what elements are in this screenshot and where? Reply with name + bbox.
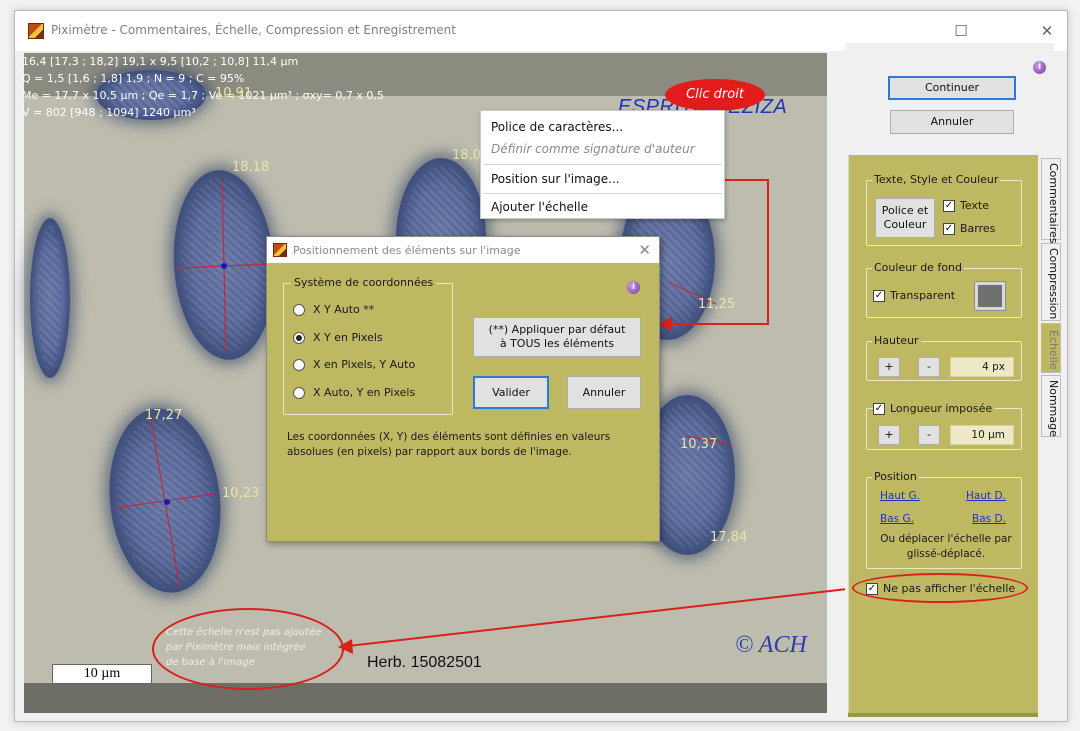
checkbox-box[interactable]: ✓ bbox=[873, 402, 885, 415]
dialog-title-bar: Positionnement des éléments sur l'image … bbox=[267, 237, 659, 263]
dialog-cancel-button[interactable]: Annuler bbox=[567, 376, 641, 409]
position-hint: Ou déplacer l'échelle par glissé-déplacé… bbox=[880, 533, 1012, 560]
measure-label: 17,27 bbox=[145, 408, 183, 423]
measure-label: 18,0 bbox=[452, 148, 481, 163]
text-style-label: Texte, Style et Couleur bbox=[872, 173, 1001, 186]
tab-scale[interactable]: Échelle bbox=[1041, 323, 1061, 373]
checkbox-box[interactable]: ✓ bbox=[943, 222, 955, 235]
scale-note-highlight bbox=[152, 608, 344, 690]
menu-item-add-scale[interactable]: Ajouter l'échelle bbox=[491, 197, 588, 217]
dialog-app-icon bbox=[273, 243, 287, 257]
height-label: Hauteur bbox=[872, 334, 921, 347]
radio-circle[interactable] bbox=[293, 358, 305, 371]
position-label: Position bbox=[872, 470, 919, 483]
dialog-close-button[interactable]: ✕ bbox=[638, 241, 651, 259]
position-bottom-left-link[interactable]: Bas G. bbox=[880, 513, 914, 525]
background-color-label: Couleur de fond bbox=[872, 261, 964, 274]
menu-item-font[interactable]: Police de caractères... bbox=[491, 117, 623, 137]
apply-all-button[interactable]: (**) Appliquer par défaut à TOUS les élé… bbox=[473, 317, 641, 357]
stats-line: Q = 1,5 [1,6 ; 1,8] 1,9 ; N = 9 ; C = 95… bbox=[22, 72, 245, 85]
validate-button[interactable]: Valider bbox=[473, 376, 549, 409]
imposed-length-checkbox[interactable]: ✓ Longueur imposée bbox=[873, 402, 996, 415]
right-click-callout: Clic droit bbox=[665, 79, 765, 111]
dialog-description: Les coordonnées (X, Y) des éléments sont… bbox=[287, 431, 611, 458]
measure-label: 10,91 bbox=[215, 86, 253, 101]
dialog-title: Positionnement des éléments sur l'image bbox=[293, 244, 521, 257]
radio-label: X Y en Pixels bbox=[313, 331, 383, 344]
embedded-scale-bar: 10 µm bbox=[52, 664, 152, 684]
right-cancel-button[interactable]: Annuler bbox=[890, 110, 1014, 134]
position-top-left-link[interactable]: Haut G. bbox=[880, 490, 920, 502]
radio-label: X en Pixels, Y Auto bbox=[313, 358, 416, 371]
context-menu: Police de caractères... Définir comme si… bbox=[480, 110, 725, 219]
radio-circle[interactable] bbox=[293, 303, 305, 316]
measure-label: 10,23 bbox=[222, 486, 260, 501]
radio-label: X Y Auto ** bbox=[313, 303, 375, 316]
height-minus-button[interactable]: - bbox=[918, 357, 940, 377]
checkbox-label: Barres bbox=[960, 222, 996, 235]
radio-circle[interactable] bbox=[293, 386, 305, 399]
coordinate-system-label: Système de coordonnées bbox=[291, 276, 437, 289]
measure-label: 17,84 bbox=[710, 530, 748, 545]
font-color-button[interactable]: Police et Couleur bbox=[875, 198, 935, 238]
checkbox-label: Longueur imposée bbox=[890, 402, 993, 415]
radio-label: X Auto, Y en Pixels bbox=[313, 386, 416, 399]
stats-overlay: 16,4 [17,3 ; 18,2] 19,1 x 9,5 [10,2 ; 10… bbox=[22, 53, 384, 121]
menu-separator bbox=[483, 193, 722, 194]
length-plus-button[interactable]: + bbox=[878, 425, 900, 445]
panel-scrollbar[interactable] bbox=[848, 713, 1038, 717]
checkbox-label: Texte bbox=[960, 199, 990, 212]
measure-label: 11,25 bbox=[698, 297, 736, 312]
menu-item-position[interactable]: Position sur l'image... bbox=[491, 169, 620, 189]
length-minus-button[interactable]: - bbox=[918, 425, 940, 445]
height-plus-button[interactable]: + bbox=[878, 357, 900, 377]
checkbox-box[interactable]: ✓ bbox=[943, 199, 955, 212]
tab-naming[interactable]: Nommage bbox=[1041, 375, 1061, 437]
radio-xy-auto[interactable]: X Y Auto ** bbox=[293, 303, 374, 316]
menu-item-author-signature[interactable]: Définir comme signature d'auteur bbox=[491, 139, 695, 159]
transparent-checkbox[interactable]: ✓ Transparent bbox=[873, 289, 955, 302]
measure-label: 10,37 bbox=[680, 437, 718, 452]
herbarium-label[interactable]: Herb. 15082501 bbox=[367, 654, 482, 672]
tab-comments[interactable]: Commentaires bbox=[1041, 158, 1061, 243]
height-value[interactable]: 4 px bbox=[950, 357, 1014, 377]
background-color-swatch[interactable] bbox=[974, 281, 1006, 311]
radio-x-pixels-y-auto[interactable]: X en Pixels, Y Auto bbox=[293, 358, 415, 371]
stats-line: 16,4 [17,3 ; 18,2] 19,1 x 9,5 [10,2 ; 10… bbox=[22, 55, 299, 68]
copyright-text[interactable]: © ACH bbox=[735, 632, 807, 659]
help-info-icon[interactable]: i bbox=[1033, 61, 1046, 74]
positioning-dialog: Positionnement des éléments sur l'image … bbox=[266, 236, 660, 542]
radio-xy-pixels[interactable]: X Y en Pixels bbox=[293, 331, 383, 344]
length-value[interactable]: 10 µm bbox=[950, 425, 1014, 445]
hide-scale-highlight bbox=[852, 573, 1028, 603]
checkbox-label: Transparent bbox=[890, 289, 956, 302]
stats-line: Me = 17,7 x 10,5 µm ; Qe = 1,7 ; Ve = 10… bbox=[22, 89, 384, 102]
radio-x-auto-y-pixels[interactable]: X Auto, Y en Pixels bbox=[293, 386, 415, 399]
menu-separator bbox=[483, 164, 722, 165]
continue-button[interactable]: Continuer bbox=[888, 76, 1016, 100]
radio-circle[interactable] bbox=[293, 331, 305, 344]
position-top-right-link[interactable]: Haut D. bbox=[966, 490, 1006, 502]
text-checkbox[interactable]: ✓ Texte bbox=[943, 199, 989, 212]
tab-compression[interactable]: Compression bbox=[1041, 243, 1061, 321]
bars-checkbox[interactable]: ✓ Barres bbox=[943, 222, 995, 235]
info-icon[interactable]: i bbox=[627, 281, 640, 294]
position-bottom-right-link[interactable]: Bas D. bbox=[972, 513, 1006, 525]
checkbox-box[interactable]: ✓ bbox=[873, 289, 885, 302]
stats-line: V = 802 [948 ; 1094] 1240 µm³ bbox=[22, 106, 196, 119]
measure-label: 18,18 bbox=[232, 160, 270, 175]
